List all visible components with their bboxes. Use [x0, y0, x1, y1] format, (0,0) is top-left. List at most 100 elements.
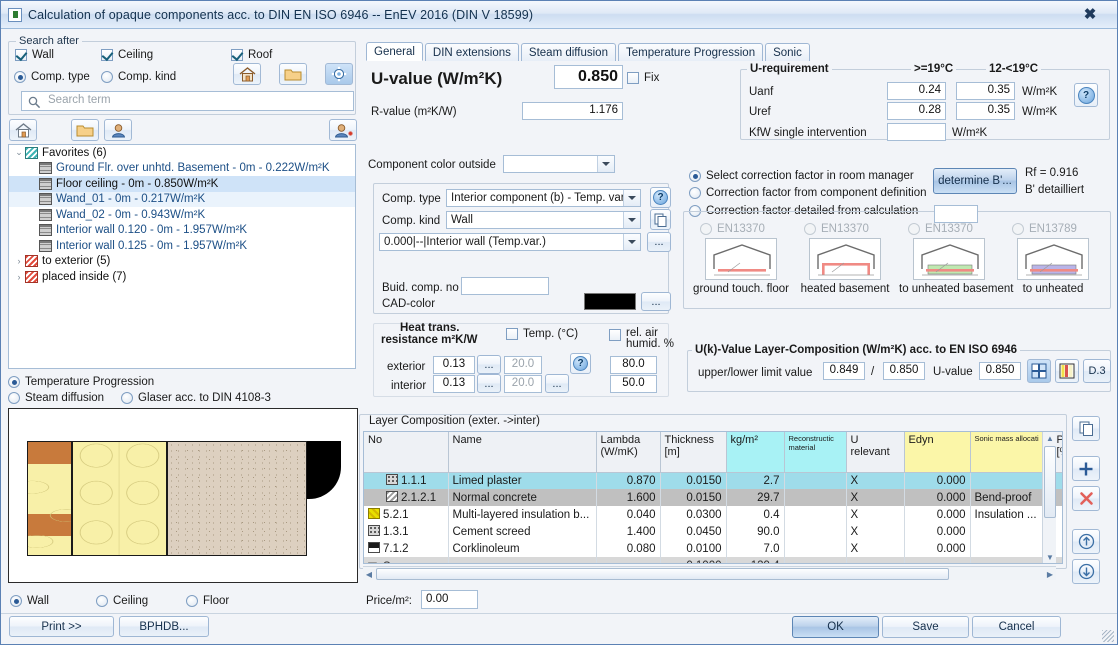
table-cell[interactable]: 0.870 — [596, 472, 661, 489]
table-cell[interactable] — [784, 506, 847, 523]
table-cell[interactable] — [784, 489, 847, 506]
tree-item[interactable]: › to exterior (5) — [9, 254, 355, 270]
table-cell[interactable]: Multi-layered insulation b... — [448, 506, 597, 523]
layer-table-hscrollbar[interactable]: ◀ ▶ — [363, 566, 1056, 580]
table-cell[interactable] — [784, 523, 847, 540]
correction-card-radio[interactable]: EN13370 — [804, 223, 904, 235]
table-cell[interactable]: 7.0 — [726, 540, 785, 557]
tree-item[interactable]: Floor ceiling - 0m - 0.850W/m²K — [9, 176, 355, 192]
table-cell[interactable] — [970, 540, 1053, 557]
table-row[interactable]: 1.1.1Limed plaster0.8700.01502.7X0.0001 — [364, 472, 1062, 489]
checkbox-ceiling[interactable]: Ceiling — [101, 49, 153, 61]
radio-orientation-floor[interactable]: Floor — [186, 595, 229, 607]
add-layer-button[interactable] — [1072, 456, 1100, 481]
table-cell[interactable]: Corklinoleum — [448, 540, 597, 557]
bphdb-button[interactable]: BPHDB... — [119, 616, 209, 637]
print-button[interactable]: Print >> — [9, 616, 114, 637]
tree-item[interactable]: Wand_02 - 0m - 0.943W/m²K — [9, 207, 355, 223]
table-cell[interactable]: 129.4 — [726, 557, 785, 563]
table-row[interactable]: 2.1.2.1 Normal concrete 1.600 0.0150 29.7 X 0.… — [364, 489, 1062, 506]
table-cell[interactable]: 0.4 — [726, 506, 785, 523]
table-cell[interactable]: 0.0450 — [660, 523, 727, 540]
tree-item[interactable]: Interior wall 0.120 - 0m - 1.957W/m²K — [9, 223, 355, 239]
search-input[interactable]: Search term — [21, 91, 354, 111]
tree-item[interactable]: Interior wall 0.125 - 0m - 1.957W/m²K — [9, 238, 355, 254]
table-cell[interactable]: Normal concrete — [448, 489, 597, 506]
table-cell[interactable] — [970, 557, 1053, 563]
radio-orientation-wall[interactable]: Wall — [10, 595, 49, 607]
cad-color-browse-button[interactable]: ... — [641, 292, 671, 311]
comp-type-combo[interactable]: Interior component (b) - Temp. var. — [446, 189, 641, 207]
table-cell[interactable] — [904, 557, 971, 563]
chevron-down-icon[interactable] — [623, 212, 640, 228]
user-icon-button-tree[interactable] — [104, 119, 132, 141]
radio-comp-type[interactable]: Comp. type — [14, 71, 90, 83]
vscroll-thumb[interactable] — [1044, 446, 1056, 518]
column-header[interactable]: Sonic mass allocati — [970, 432, 1053, 473]
uref-value-1[interactable]: 0.28 — [887, 102, 946, 120]
tree-item[interactable]: ⌄ Favorites (6) — [9, 145, 355, 161]
help-button-u-requirement[interactable]: ? — [1074, 83, 1098, 107]
table-cell[interactable]: Limed plaster — [448, 472, 597, 489]
expander-icon[interactable]: ⌄ — [13, 147, 25, 158]
table-cell[interactable]: 1.600 — [596, 489, 661, 506]
correction-card-radio[interactable]: EN13789 — [1012, 223, 1112, 235]
folder-icon-button-top[interactable] — [279, 63, 307, 85]
table-cell[interactable] — [448, 557, 597, 563]
table-row[interactable]: 7.1.2Corklinoleum0.0800.01007.0X0.00010 — [364, 540, 1062, 557]
layer-stack-icon-button[interactable] — [1055, 359, 1079, 383]
table-cell[interactable] — [970, 472, 1053, 489]
column-header[interactable]: Lambda (W/mK) — [596, 432, 661, 473]
column-header[interactable]: Reconstructic material — [784, 432, 847, 473]
table-cell[interactable]: 0.0300 — [660, 506, 727, 523]
table-cell[interactable]: X — [846, 472, 905, 489]
tab-temperature-progression[interactable]: Temperature Progression — [617, 43, 764, 61]
folder-icon-button-tree[interactable] — [71, 119, 99, 141]
radio-temperature-progression[interactable]: Temperature Progression — [8, 376, 154, 388]
checkbox-temp[interactable]: Temp. (°C) — [506, 328, 578, 340]
heat-row-interior-browse[interactable]: ... — [477, 374, 501, 393]
table-cell[interactable]: Insulation ... — [970, 506, 1053, 523]
component-color-combo[interactable] — [503, 155, 615, 173]
tree-item[interactable]: Ground Flr. over unhtd. Basement - 0m - … — [9, 161, 355, 177]
table-cell[interactable]: 0.000 — [904, 523, 971, 540]
column-header[interactable]: No — [364, 432, 449, 473]
checkbox-humidity[interactable]: rel. air humid. % — [609, 327, 674, 350]
table-cell[interactable]: X — [846, 489, 905, 506]
component-select-combo[interactable]: 0.000|--|Interior wall (Temp.var.) — [379, 233, 641, 251]
uanf-value-1[interactable]: 0.24 — [887, 82, 946, 100]
table-cell[interactable]: 0.0100 — [660, 540, 727, 557]
d3-button[interactable]: D.3 — [1083, 359, 1111, 383]
tab-din-extensions[interactable]: DIN extensions — [424, 43, 519, 61]
table-cell[interactable]: 0.0150 — [660, 472, 727, 489]
table-cell[interactable]: 2.7 — [726, 472, 785, 489]
checkbox-fix[interactable]: Fix — [627, 72, 659, 84]
help-button-heat[interactable]: ? — [570, 353, 591, 374]
correction-card-radio[interactable]: EN13370 — [908, 223, 1008, 235]
heat-row-exterior-temp[interactable]: 20.0 — [504, 356, 542, 374]
comp-kind-combo[interactable]: Wall — [446, 211, 641, 229]
tree-item[interactable]: Wand_01 - 0m - 0.217W/m²K — [9, 191, 355, 207]
tab-sonic[interactable]: Sonic — [765, 43, 810, 61]
uanf-value-2[interactable]: 0.35 — [956, 82, 1015, 100]
correction-card[interactable]: EN13370 heated basement — [795, 223, 895, 295]
gear-icon-button-top[interactable] — [325, 63, 353, 85]
table-cell[interactable]: 0.000 — [904, 489, 971, 506]
resize-grip[interactable] — [1102, 630, 1114, 642]
correction-card[interactable]: EN13789 to unheated — [1003, 223, 1103, 295]
table-cell[interactable]: 0.000 — [904, 506, 971, 523]
heat-row-interior-temp-browse[interactable]: ... — [545, 374, 569, 393]
table-row[interactable]: 1.3.1Cement screed1.4000.045090.0X0.0001… — [364, 523, 1062, 540]
table-cell[interactable]: 5.2.1 — [364, 506, 449, 523]
chevron-down-icon[interactable] — [623, 234, 640, 250]
chevron-down-icon[interactable] — [623, 190, 640, 206]
buid-comp-no-field[interactable] — [461, 277, 549, 295]
table-cell[interactable]: Bend-proof — [970, 489, 1053, 506]
uref-value-2[interactable]: 0.35 — [956, 102, 1015, 120]
layer-matrix-icon-button[interactable] — [1027, 359, 1051, 383]
table-cell[interactable]: 0.000 — [904, 472, 971, 489]
correction-card[interactable]: EN13370 ground touch. floor — [691, 223, 791, 295]
table-cell[interactable]: 29.7 — [726, 489, 785, 506]
add-user-icon-button[interactable] — [329, 119, 357, 141]
table-cell[interactable]: 7.1.2 — [364, 540, 449, 557]
